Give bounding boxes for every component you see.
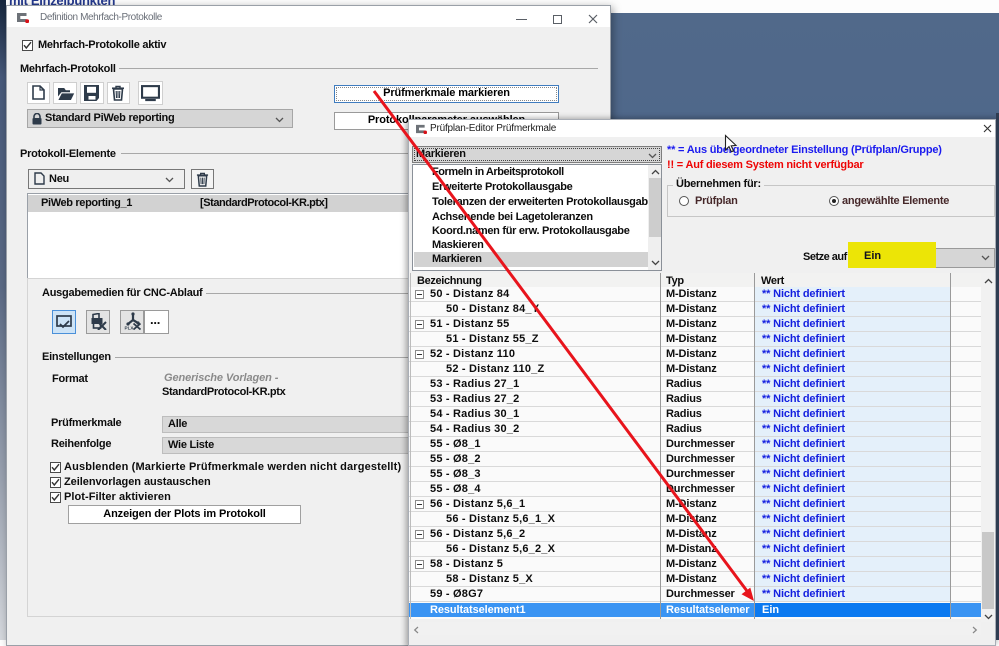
svg-text:PLX: PLX — [125, 326, 135, 331]
